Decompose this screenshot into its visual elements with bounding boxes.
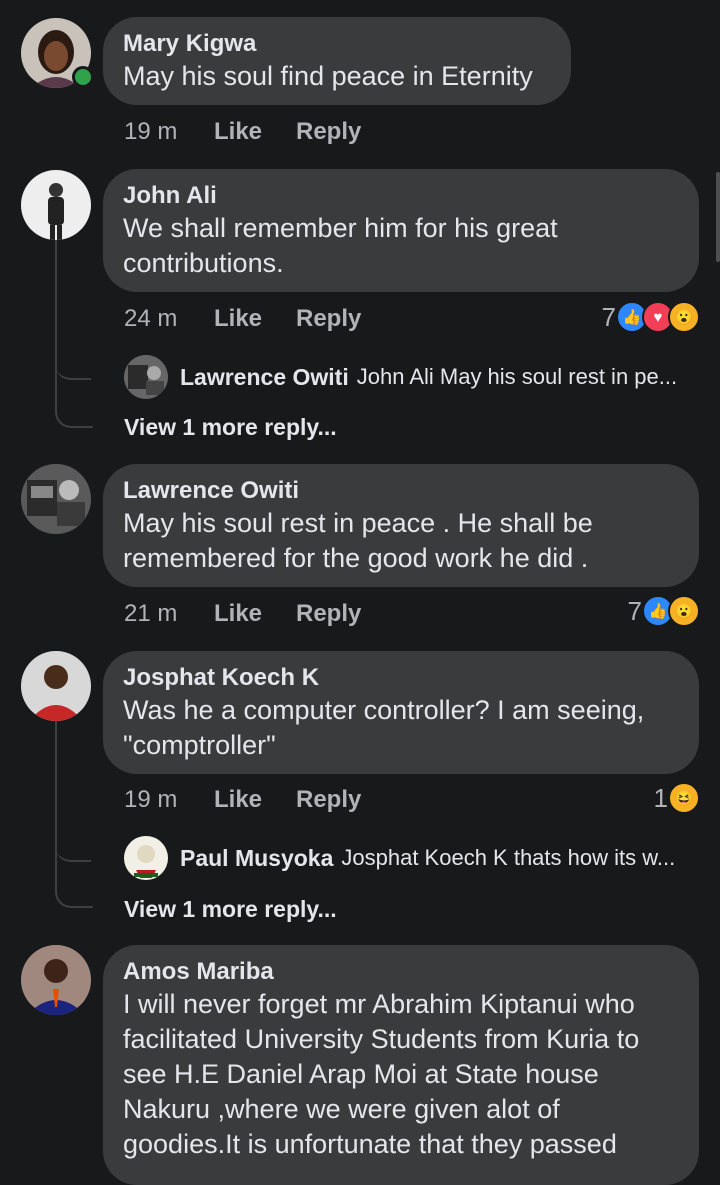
reply-button[interactable]: Reply xyxy=(296,118,361,146)
comment-text-line: Nakuru ,where we were given alot of xyxy=(123,1094,560,1124)
comment-text-line: goodies.It is unfortunate that they pass… xyxy=(123,1129,617,1159)
profile-photo-icon xyxy=(21,651,91,721)
reaction-count: 7 xyxy=(627,595,642,626)
comment-text-line: May his soul rest in peace . He shall be xyxy=(123,508,593,538)
reaction-summary[interactable]: 7 👍 😮 xyxy=(627,595,700,627)
profile-photo-icon xyxy=(21,170,91,240)
comment-author[interactable]: Lawrence Owiti xyxy=(123,476,679,506)
like-button[interactable]: Like xyxy=(214,118,296,146)
comment-time[interactable]: 19 m xyxy=(124,786,214,814)
view-more-replies-link[interactable]: View 1 more reply... xyxy=(124,896,337,923)
comment-bubble[interactable]: Amos Mariba I will never forget mr Abrah… xyxy=(103,945,699,1185)
comment-author[interactable]: Mary Kigwa xyxy=(123,29,551,59)
like-button[interactable]: Like xyxy=(214,600,296,628)
reply-preview[interactable]: Lawrence Owiti John Ali May his soul res… xyxy=(124,355,677,399)
comment-actions: 19 m Like Reply xyxy=(124,786,361,814)
comment-text-line: We shall remember him for his great xyxy=(123,213,558,243)
profile-photo-icon xyxy=(21,945,91,1015)
profile-photo-icon xyxy=(21,464,91,534)
comment-bubble[interactable]: Mary Kigwa May his soul find peace in Et… xyxy=(103,17,571,105)
reply-button[interactable]: Reply xyxy=(296,600,361,628)
reply-author[interactable]: Paul Musyoka xyxy=(180,845,333,872)
comment-text-line: Was he a computer controller? I am seein… xyxy=(123,695,645,725)
comment-actions: 19 m Like Reply xyxy=(124,118,361,146)
avatar[interactable] xyxy=(124,836,168,880)
profile-photo-icon xyxy=(124,355,168,399)
reply-button[interactable]: Reply xyxy=(296,786,361,814)
reaction-summary[interactable]: 7 👍 ♥ 😮 xyxy=(601,301,700,333)
reply-author[interactable]: Lawrence Owiti xyxy=(180,364,349,391)
reaction-count: 1 xyxy=(653,782,668,813)
comment-time[interactable]: 21 m xyxy=(124,600,214,628)
reply-text: John Ali May his soul rest in pe... xyxy=(356,364,678,389)
online-status-icon xyxy=(72,66,94,88)
haha-reaction-icon: 😆 xyxy=(668,782,700,814)
avatar[interactable] xyxy=(21,464,91,534)
comment-time[interactable]: 19 m xyxy=(124,118,214,146)
comment-bubble[interactable]: Josphat Koech K Was he a computer contro… xyxy=(103,651,699,774)
comment-text-line: contributions. xyxy=(123,248,284,278)
thread-connector xyxy=(55,840,93,908)
comment-text-line: facilitated University Students from Kur… xyxy=(123,1024,640,1054)
comment-text: May his soul find peace in Eternity xyxy=(123,61,533,91)
reply-preview[interactable]: Paul Musyoka Josphat Koech K thats how i… xyxy=(124,836,675,880)
comment-text-line: see H.E Daniel Arap Moi at State house xyxy=(123,1059,599,1089)
view-more-replies-link[interactable]: View 1 more reply... xyxy=(124,414,337,441)
comment-bubble[interactable]: Lawrence Owiti May his soul rest in peac… xyxy=(103,464,699,587)
wow-reaction-icon: 😮 xyxy=(668,595,700,627)
thread-connector xyxy=(55,360,93,428)
reply-text: Josphat Koech K thats how its w... xyxy=(341,845,676,870)
comment-author[interactable]: Amos Mariba xyxy=(123,957,679,987)
comment-author[interactable]: Josphat Koech K xyxy=(123,663,679,693)
comment-actions: 21 m Like Reply xyxy=(124,600,361,628)
like-button[interactable]: Like xyxy=(214,786,296,814)
comment-time[interactable]: 24 m xyxy=(124,305,214,333)
avatar[interactable] xyxy=(21,945,91,1015)
comment-actions: 24 m Like Reply xyxy=(124,305,361,333)
comment-text-line: I will never forget mr Abrahim Kiptanui … xyxy=(123,989,635,1019)
comment-text-line: "comptroller" xyxy=(123,730,276,760)
reaction-count: 7 xyxy=(601,301,616,332)
wow-reaction-icon: 😮 xyxy=(668,301,700,333)
reaction-summary[interactable]: 1 😆 xyxy=(653,782,700,814)
scrollbar[interactable] xyxy=(716,172,720,262)
comment-author[interactable]: John Ali xyxy=(123,181,679,211)
like-button[interactable]: Like xyxy=(214,305,296,333)
reply-button[interactable]: Reply xyxy=(296,305,361,333)
profile-photo-icon xyxy=(124,836,168,880)
avatar[interactable] xyxy=(21,651,91,721)
avatar[interactable] xyxy=(21,170,91,240)
comment-bubble[interactable]: John Ali We shall remember him for his g… xyxy=(103,169,699,292)
comment-text-line: remembered for the good work he did . xyxy=(123,543,589,573)
avatar[interactable] xyxy=(124,355,168,399)
